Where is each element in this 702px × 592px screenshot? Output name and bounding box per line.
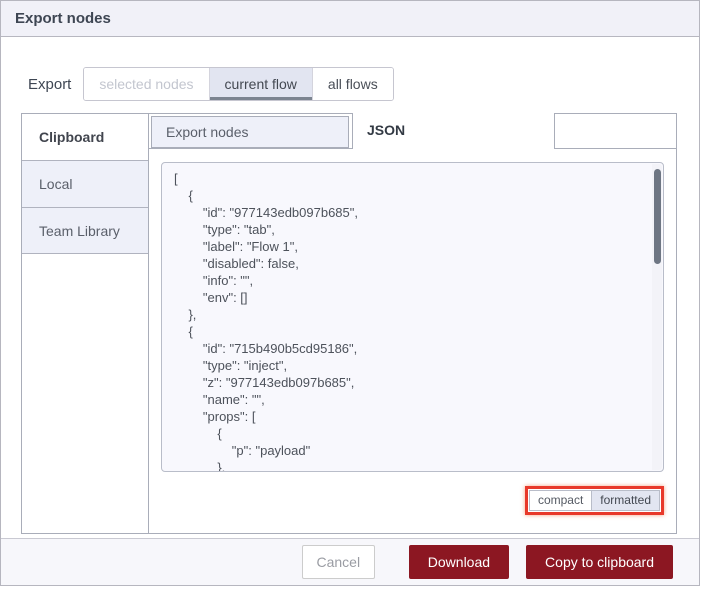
json-panel-body: [ { "id": "977143edb097b685", "type": "t… xyxy=(149,149,676,533)
tab-strip: Export nodes JSON xyxy=(149,113,676,149)
scope-current-flow-button[interactable]: current flow xyxy=(209,68,313,100)
format-toggle-highlight: compact formatted xyxy=(524,486,664,515)
library-sidebar: Clipboard Local Team Library xyxy=(21,113,149,534)
tab-json[interactable]: JSON xyxy=(352,113,555,149)
download-button[interactable]: Download xyxy=(408,545,510,579)
scope-selected-nodes-button[interactable]: selected nodes xyxy=(84,68,210,100)
compact-button[interactable]: compact xyxy=(528,490,592,511)
formatted-button[interactable]: formatted xyxy=(591,490,660,511)
scope-all-flows-button[interactable]: all flows xyxy=(312,68,393,100)
dialog-footer: Cancel Download Copy to clipboard xyxy=(1,538,699,585)
scrollbar-track[interactable] xyxy=(652,164,662,470)
export-main-panel: Export nodes JSON [ { "id": "977143edb09… xyxy=(148,113,677,534)
tab-export-nodes[interactable]: Export nodes xyxy=(151,116,349,148)
cancel-button[interactable]: Cancel xyxy=(301,545,375,579)
json-preview-text: [ { "id": "977143edb097b685", "type": "t… xyxy=(174,171,358,472)
sidebar-header-clipboard: Clipboard xyxy=(39,129,105,145)
dialog-title: Export nodes xyxy=(1,1,699,37)
scrollbar-thumb[interactable] xyxy=(654,169,661,264)
copy-to-clipboard-button[interactable]: Copy to clipboard xyxy=(526,545,673,579)
export-nodes-dialog: Export nodes Export selected nodes curre… xyxy=(0,0,700,586)
sidebar-item-team-library[interactable]: Team Library xyxy=(22,207,148,254)
export-scope-row: Export selected nodes current flow all f… xyxy=(28,67,394,101)
json-preview-box[interactable]: [ { "id": "977143edb097b685", "type": "t… xyxy=(161,162,664,472)
sidebar-item-local[interactable]: Local xyxy=(22,160,148,207)
export-scope-label: Export xyxy=(28,75,72,93)
export-scope-button-group: selected nodes current flow all flows xyxy=(83,67,394,101)
